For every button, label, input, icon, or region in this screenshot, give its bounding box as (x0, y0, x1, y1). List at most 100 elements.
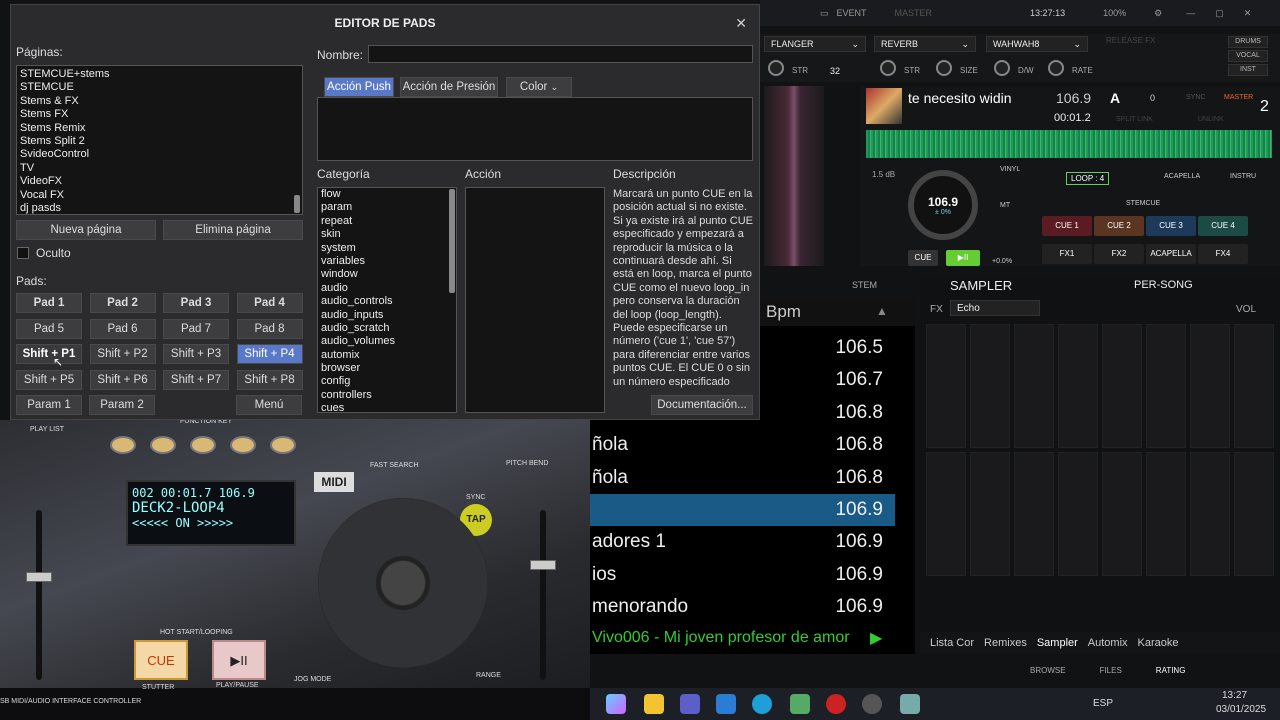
sampler-pad[interactable] (970, 452, 1010, 576)
sampler-pad[interactable] (1058, 324, 1098, 448)
minimize-icon[interactable]: — (1186, 8, 1195, 18)
pad-button[interactable]: Shift + P6 (89, 369, 156, 390)
instru-button[interactable]: INSTRU (1230, 173, 1256, 180)
browser-row[interactable]: 106.9 (590, 494, 895, 526)
stem-drums-button[interactable]: DRUMS (1228, 36, 1268, 48)
pad-button[interactable]: Shift + P1 (16, 344, 82, 364)
category-list-item[interactable]: audio_volumes (318, 335, 456, 348)
language-indicator[interactable]: ESP (1093, 698, 1113, 709)
pad-button[interactable]: Pad 5 (16, 318, 82, 339)
pad-button[interactable]: Pad 4 (236, 293, 303, 313)
close-app-icon[interactable]: ✕ (1244, 8, 1252, 19)
category-list-item[interactable]: automix (318, 349, 456, 362)
tab-lista[interactable]: Lista Cor (930, 637, 974, 649)
page-list-item[interactable]: TV (17, 162, 302, 175)
sampler-pad[interactable] (1102, 324, 1142, 448)
rating-button[interactable]: RATING (1156, 666, 1186, 675)
pad-button[interactable]: Shift + P7 (163, 369, 229, 390)
hidden-checkbox[interactable] (17, 247, 29, 259)
vinyl-button[interactable]: VINYL (1000, 166, 1020, 173)
acapella-pad-button[interactable]: ACAPELLA (1146, 244, 1196, 264)
pad-button[interactable]: Pad 7 (163, 318, 229, 339)
pad-button[interactable]: Shift + P3 (163, 344, 229, 364)
stem-inst-button[interactable]: INST (1228, 64, 1268, 76)
mt-button[interactable]: MT (1000, 202, 1010, 209)
sampler-fx-select[interactable]: Echo (950, 300, 1040, 316)
menu-button[interactable]: Menú (236, 395, 302, 415)
cue-4-button[interactable]: CUE 4 (1198, 216, 1248, 236)
action-script-editor[interactable] (317, 97, 753, 161)
fx-select-3[interactable]: WAHWAH8 ⌄ (986, 36, 1088, 52)
sampler-pad[interactable] (1190, 324, 1230, 448)
sampler-pad[interactable] (1014, 452, 1054, 576)
new-page-button[interactable]: Nueva página (16, 220, 156, 240)
maximize-icon[interactable]: ▢ (1215, 8, 1224, 19)
fx-knob-2[interactable] (880, 60, 896, 76)
page-list-item[interactable]: Vocal FX (17, 189, 302, 202)
page-list-item[interactable]: Stems Remix (17, 122, 302, 135)
loop-size[interactable]: LOOP : 4 (1066, 172, 1110, 185)
fx2-button[interactable]: FX2 (1094, 244, 1144, 264)
page-list-item[interactable]: Stems FX (17, 108, 302, 121)
category-list-item[interactable]: param (318, 201, 456, 214)
page-list-item[interactable]: dj pasds (17, 202, 302, 214)
files-button[interactable]: FILES (1100, 666, 1122, 675)
page-list-item[interactable]: STEMCUE+stems (17, 68, 302, 81)
pad-button[interactable]: Pad 8 (236, 318, 303, 339)
browser-row[interactable]: menorando 106.9 (590, 591, 895, 623)
category-list-item[interactable]: browser (318, 362, 456, 375)
fx-select-2[interactable]: REVERB ⌄ (874, 36, 976, 52)
sampler-pad[interactable] (1234, 324, 1274, 448)
browser-row[interactable]: ios 106.9 (590, 559, 895, 591)
virtualdj-icon[interactable] (826, 694, 846, 714)
category-list[interactable]: flow param repeat skin system variables window… (317, 187, 457, 413)
category-list-item[interactable]: audio_scratch (318, 322, 456, 335)
documentation-button[interactable]: Documentación... (651, 395, 753, 415)
tab-remixes[interactable]: Remixes (984, 637, 1027, 649)
page-list-item[interactable]: STEMCUE (17, 81, 302, 94)
browser-row[interactable]: ñola 106.8 (590, 462, 895, 494)
key-pitch[interactable]: 0 (1150, 93, 1155, 103)
tab-push-action[interactable]: Acción Push (324, 77, 394, 97)
pages-scrollbar[interactable] (294, 195, 300, 213)
pad-button[interactable]: Pad 1 (16, 293, 82, 313)
sampler-pad[interactable] (1190, 452, 1230, 576)
deck-play-button[interactable]: ▶II (946, 250, 980, 266)
category-list-item[interactable]: system (318, 242, 456, 255)
category-scrollbar[interactable] (449, 189, 455, 293)
category-list-item[interactable]: audio_inputs (318, 309, 456, 322)
name-input[interactable] (368, 45, 753, 63)
teams-icon[interactable] (680, 694, 700, 714)
fx-knob-4[interactable] (994, 60, 1010, 76)
category-list-item[interactable]: variables (318, 255, 456, 268)
tray-date[interactable]: 03/01/2025 (1216, 704, 1266, 715)
event-label[interactable]: EVENT (837, 8, 867, 18)
page-list-item[interactable]: SvideoControl (17, 148, 302, 161)
fx-knob-5[interactable] (1048, 60, 1064, 76)
master-button[interactable]: MASTER (1224, 94, 1253, 101)
beats-value[interactable]: 32 (830, 66, 840, 76)
cue-1-button[interactable]: CUE 1 (1042, 216, 1092, 236)
cue-3-button[interactable]: CUE 3 (1146, 216, 1196, 236)
tab-color[interactable]: Color ⌄ (506, 77, 572, 97)
sync-button[interactable]: SYNC (1186, 94, 1205, 101)
sampler-pad[interactable] (970, 324, 1010, 448)
split-link[interactable]: SPLIT LINK (1116, 116, 1153, 123)
pad-button[interactable]: Shift + P2 (89, 344, 156, 364)
browser-row[interactable]: adores 1 106.9 (590, 526, 895, 558)
tab-sampler[interactable]: Sampler (1037, 637, 1078, 649)
unlink[interactable]: UNLINK (1198, 116, 1224, 123)
param2-button[interactable]: Param 2 (89, 395, 155, 415)
sampler-pad[interactable] (1102, 452, 1142, 576)
settings-icon[interactable] (900, 694, 920, 714)
pad-button[interactable]: Pad 3 (163, 293, 229, 313)
acapella-button[interactable]: ACAPELLA (1164, 173, 1200, 180)
sampler-pad[interactable] (1014, 324, 1054, 448)
play-next-icon[interactable]: ▶ (870, 628, 882, 648)
pad-button[interactable]: Pad 2 (89, 293, 156, 313)
pad-button[interactable]: Shift + P5 (16, 369, 82, 390)
sampler-pad[interactable] (1058, 452, 1098, 576)
category-list-item[interactable]: skin (318, 228, 456, 241)
category-list-item[interactable]: window (318, 268, 456, 281)
close-dialog-button[interactable]: ✕ (735, 15, 747, 32)
